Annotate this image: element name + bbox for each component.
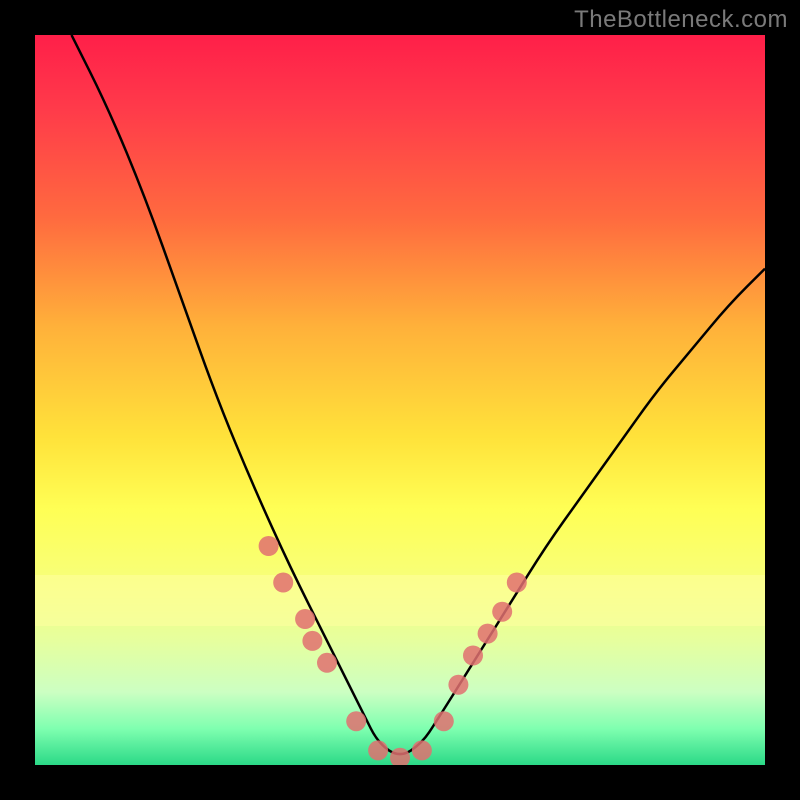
marker-dot	[302, 631, 322, 651]
marker-dot	[295, 609, 315, 629]
attribution-label: TheBottleneck.com	[574, 6, 788, 34]
chart-plot-area	[35, 35, 765, 765]
marker-dot	[412, 740, 432, 760]
marker-dot	[434, 711, 454, 731]
marker-dot	[368, 740, 388, 760]
marker-dot	[492, 602, 512, 622]
marker-dot	[390, 748, 410, 765]
bottleneck-curve	[35, 35, 765, 765]
outer-frame: TheBottleneck.com	[0, 0, 800, 800]
marker-group	[259, 536, 527, 765]
curve-path	[72, 35, 766, 754]
marker-dot	[463, 646, 483, 666]
marker-dot	[273, 573, 293, 593]
marker-dot	[346, 711, 366, 731]
marker-dot	[259, 536, 279, 556]
marker-dot	[478, 624, 498, 644]
marker-dot	[507, 573, 527, 593]
marker-dot	[317, 653, 337, 673]
marker-dot	[448, 675, 468, 695]
